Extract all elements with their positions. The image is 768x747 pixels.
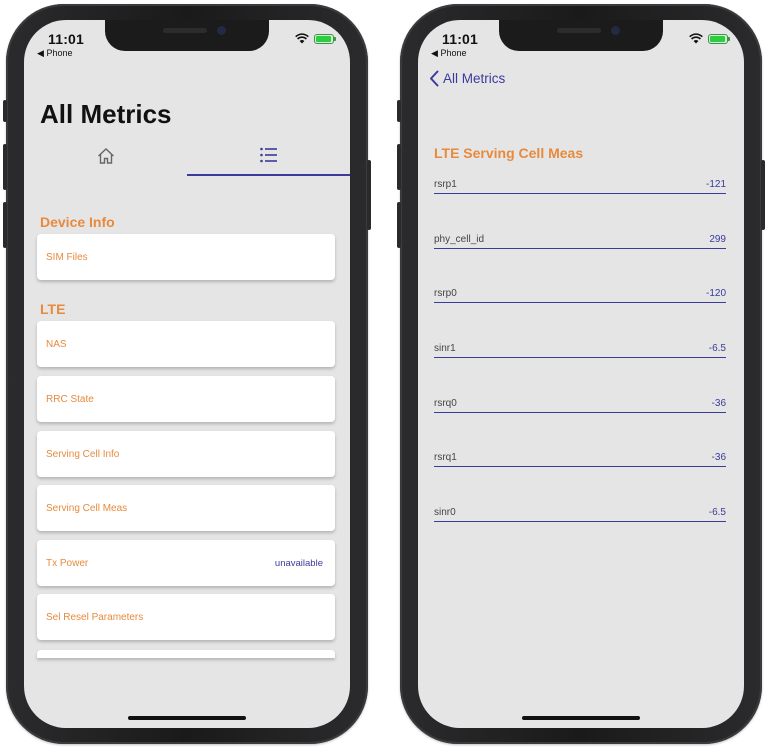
- screen-all-metrics: 11:01 ◀ Phone All Metrics Device Info SI…: [24, 20, 350, 728]
- screen-serving-cell-meas: 11:01 ◀ Phone All Metrics LTE Serving Ce…: [418, 20, 744, 728]
- metric-name: rsrp1: [434, 179, 457, 190]
- list-item-sim-files[interactable]: SIM Files: [37, 234, 335, 280]
- metric-row-phy-cell-id: phy_cell_id 299: [434, 234, 726, 249]
- metric-name: rsrq1: [434, 452, 457, 463]
- mute-switch: [397, 100, 401, 122]
- volume-down-button: [397, 202, 401, 248]
- metric-name: rsrq0: [434, 398, 457, 409]
- metric-name: rsrp0: [434, 288, 457, 299]
- metric-value: -6.5: [708, 343, 726, 354]
- notch: [105, 20, 269, 51]
- status-time: 11:01: [442, 31, 479, 47]
- phone-frame-left: 11:01 ◀ Phone All Metrics Device Info SI…: [3, 4, 371, 744]
- metric-name: sinr1: [434, 343, 456, 354]
- metric-value: 299: [709, 234, 726, 245]
- back-button-label: All Metrics: [443, 71, 506, 86]
- list-item-sel-resel-parameters[interactable]: Sel Resel Parameters: [37, 594, 335, 640]
- back-button[interactable]: All Metrics: [429, 70, 505, 87]
- list-item-tx-power[interactable]: Tx Power unavailable: [37, 540, 335, 586]
- metric-value: -120: [705, 288, 726, 299]
- section-header-lte-serving-cell-meas: LTE Serving Cell Meas: [434, 145, 584, 161]
- metric-row-sinr0: sinr0 -6.5: [434, 507, 726, 522]
- wifi-icon: [689, 33, 703, 44]
- notch: [499, 20, 663, 51]
- metric-name: sinr0: [434, 507, 456, 518]
- back-triangle-icon: ◀: [37, 48, 44, 58]
- section-header-device-info: Device Info: [40, 214, 115, 230]
- volume-up-button: [397, 144, 401, 190]
- list-item-label: Sel Resel Parameters: [46, 611, 144, 623]
- home-icon: [97, 148, 114, 164]
- tab-home[interactable]: [24, 136, 187, 176]
- mute-switch: [3, 100, 7, 122]
- list-item-label: RRC State: [46, 393, 94, 405]
- wifi-icon: [295, 33, 309, 44]
- list-item-rrc-state[interactable]: RRC State: [37, 376, 335, 422]
- metric-value: -121: [705, 179, 726, 190]
- chevron-left-icon: [430, 70, 439, 87]
- status-icons: [295, 33, 336, 44]
- back-to-app-link[interactable]: ◀ Phone: [431, 48, 466, 59]
- volume-up-button: [3, 144, 7, 190]
- list-item-label: SIM Files: [46, 251, 88, 263]
- list-item-label: Serving Cell Meas: [46, 502, 128, 514]
- section-header-lte: LTE: [40, 301, 66, 317]
- metric-value: -36: [711, 452, 726, 463]
- tab-list[interactable]: [187, 136, 350, 176]
- metric-value: -6.5: [708, 507, 726, 518]
- metric-row-rsrp1: rsrp1 -121: [434, 179, 726, 194]
- list-item-label: NAS: [46, 338, 67, 350]
- metric-row-rsrq0: rsrq0 -36: [434, 398, 726, 413]
- list-item-serving-cell-meas[interactable]: Serving Cell Meas: [37, 485, 335, 531]
- phone-frame-right: 11:01 ◀ Phone All Metrics LTE Serving Ce…: [397, 4, 765, 744]
- side-button: [367, 160, 371, 230]
- page-title: All Metrics: [40, 99, 172, 129]
- metric-value: -36: [711, 398, 726, 409]
- list-icon: [259, 147, 277, 163]
- side-button: [761, 160, 765, 230]
- list-item-label: Serving Cell Info: [46, 448, 120, 460]
- metric-row-rsrq1: rsrq1 -36: [434, 452, 726, 467]
- status-icons: [689, 33, 730, 44]
- status-time: 11:01: [48, 31, 85, 47]
- metric-row-sinr1: sinr1 -6.5: [434, 343, 726, 358]
- volume-down-button: [3, 202, 7, 248]
- back-triangle-icon: ◀: [431, 48, 438, 58]
- battery-icon: [708, 33, 730, 44]
- list-item-partial[interactable]: [37, 650, 335, 658]
- home-indicator[interactable]: [128, 716, 246, 720]
- back-to-app-link[interactable]: ◀ Phone: [37, 48, 72, 59]
- list-item-nas[interactable]: NAS: [37, 321, 335, 367]
- home-indicator[interactable]: [522, 716, 640, 720]
- battery-icon: [314, 33, 336, 44]
- list-item-serving-cell-info[interactable]: Serving Cell Info: [37, 431, 335, 477]
- back-app-label: Phone: [46, 48, 73, 58]
- metric-name: phy_cell_id: [434, 234, 485, 245]
- list-item-label: Tx Power: [46, 557, 89, 569]
- metric-row-rsrp0: rsrp0 -120: [434, 288, 726, 303]
- back-app-label: Phone: [440, 48, 467, 58]
- list-item-value: unavailable: [274, 557, 323, 569]
